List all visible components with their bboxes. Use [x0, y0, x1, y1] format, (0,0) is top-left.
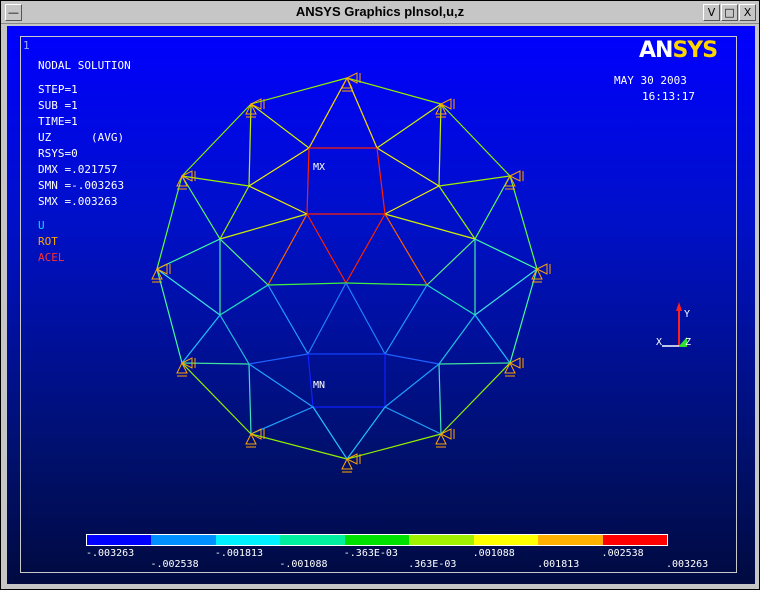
contour-label: -.363E-03 — [343, 548, 398, 559]
contour-band — [215, 535, 281, 545]
maximize-button[interactable]: □ — [721, 4, 738, 21]
contour-band — [409, 535, 474, 545]
contour-label: .001088 — [472, 548, 515, 559]
contour-band — [87, 535, 152, 545]
contour-band — [344, 535, 410, 545]
triad-x-label: X — [656, 337, 663, 348]
contour-band — [280, 535, 345, 545]
graphics-area[interactable]: 1 NODAL SOLUTION STEP=1 SUB =1 TIME=1 UZ (A… — [7, 26, 755, 584]
contour-label: -.003263 — [86, 548, 135, 559]
contour-label: .363E-03 — [408, 559, 457, 570]
contour-label: -.001813 — [214, 548, 264, 559]
contour-label: .003263 — [666, 559, 709, 570]
triad-z-label: Z — [685, 337, 692, 348]
contour-label: -.001088 — [279, 559, 328, 570]
contour-label: .001813 — [537, 559, 580, 570]
minimize-button[interactable]: V — [703, 4, 720, 21]
contour-band — [538, 535, 603, 545]
axis-triad — [662, 302, 687, 347]
contour-band — [602, 535, 667, 545]
title-bar[interactable]: — ANSYS Graphics plnsol,u,z V □ X — [1, 1, 759, 24]
contour-label: -.002538 — [150, 559, 199, 570]
triad-y-label: Y — [684, 309, 691, 320]
window-title: ANSYS Graphics plnsol,u,z — [295, 4, 465, 19]
contour-band — [473, 535, 539, 545]
ansys-graphics-window: — ANSYS Graphics plnsol,u,z V □ X 1 NODA… — [0, 0, 760, 590]
close-button[interactable]: X — [739, 4, 756, 21]
contour-label: .002538 — [601, 548, 644, 559]
contour-legend-bar — [86, 534, 668, 546]
contour-band — [151, 535, 216, 545]
